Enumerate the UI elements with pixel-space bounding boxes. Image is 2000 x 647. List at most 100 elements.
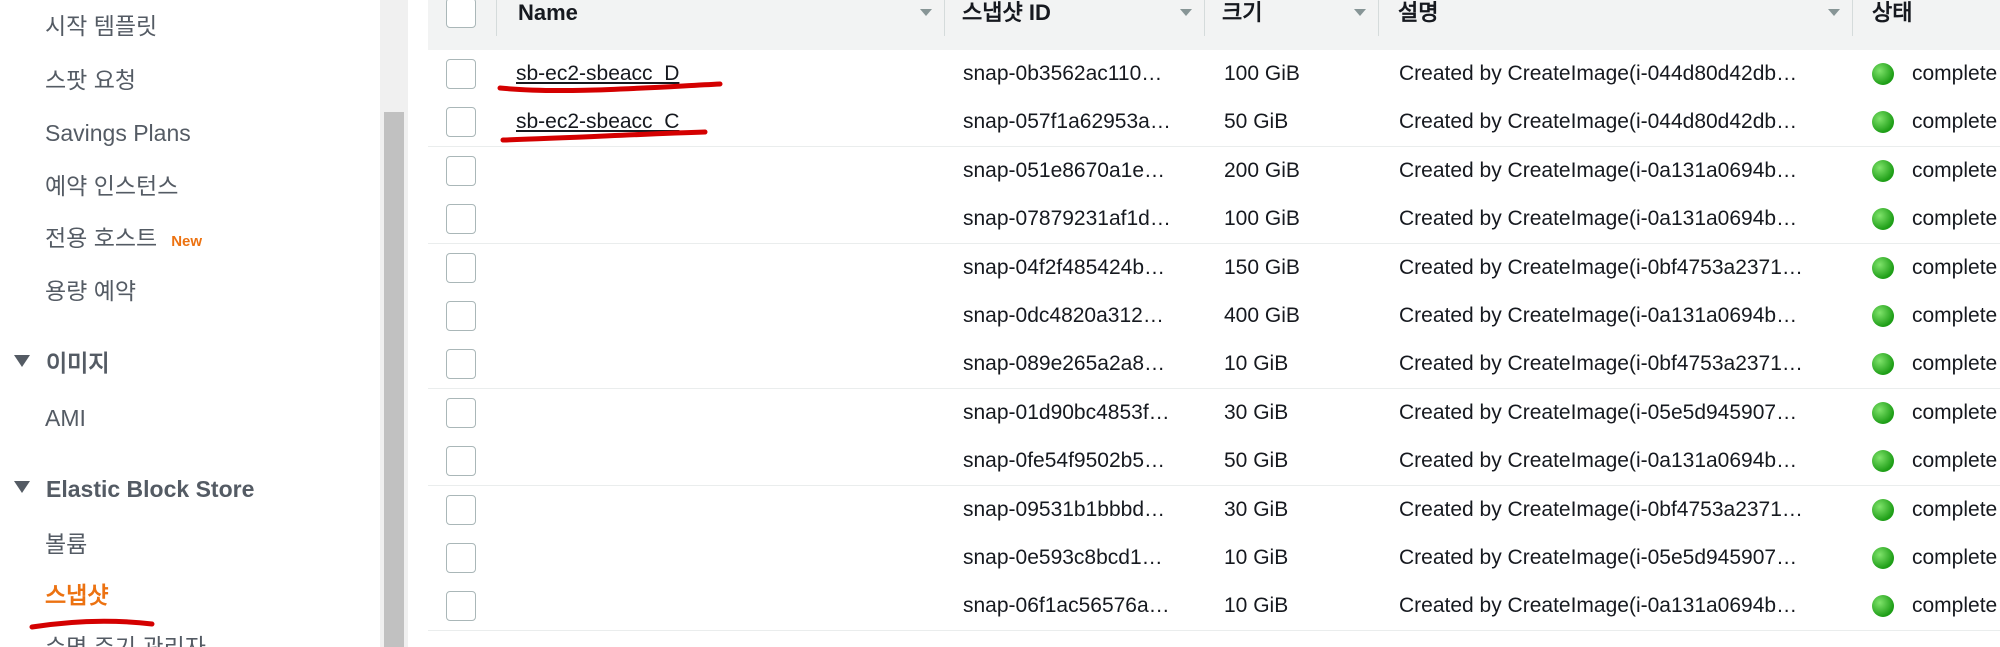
table-row[interactable]: snap-089e265a2a8… 10 GiB Created by Create… [428,340,2000,390]
snapshot-name[interactable] [516,147,936,195]
snapshot-id: snap-01d90bc4853f… [963,400,1170,424]
row-checkbox[interactable] [446,107,476,138]
snapshot-name[interactable] [516,486,936,534]
column-separator [496,0,497,36]
table-row[interactable]: snap-051e8670a1e… 200 GiB Created by Creat… [428,146,2000,196]
snapshot-size: 10 GiB [1224,594,1289,618]
section-ebs-toggle[interactable]: Elastic Block Store [14,475,254,503]
section-images-toggle[interactable]: 이미지 [14,349,109,377]
row-checkbox[interactable] [446,543,476,573]
caret-down-icon [14,355,30,367]
snapshot-status: complete [1912,255,1998,279]
status-complete-icon [1872,401,1894,424]
snapshot-status: complete [1912,594,1998,618]
row-checkbox[interactable] [446,252,476,283]
status-complete-icon [1872,498,1894,521]
sidebar-item-dedicated-hosts[interactable]: 전용 호스트 New [45,224,202,256]
column-header-name[interactable]: Name [518,0,578,28]
column-separator[interactable] [944,0,945,36]
snapshot-name[interactable] [516,582,936,630]
status-complete-icon [1872,111,1894,134]
snapshot-description: Created by CreateImage(i-0a131a0694b… [1399,594,1798,618]
table-row[interactable]: snap-04f2f485424b… 150 GiB Created by Crea… [428,243,2000,293]
row-checkbox[interactable] [446,155,476,186]
snapshot-name[interactable] [516,389,936,437]
row-checkbox[interactable] [446,301,476,331]
row-checkbox[interactable] [446,204,476,235]
status-complete-icon [1872,305,1894,327]
snapshot-name[interactable] [516,195,936,243]
snapshot-size: 10 GiB [1224,546,1289,569]
row-checkbox[interactable] [446,59,476,89]
table-row[interactable]: sb-ec2-sbeacc_C snap-057f1a62953a… 50 GiB C… [428,98,2000,148]
snapshot-id: snap-0b3562ac110… [963,62,1163,85]
column-separator[interactable] [1852,0,1853,36]
status-complete-icon [1872,63,1894,85]
column-header-status[interactable]: 상태 [1872,0,1912,28]
sidebar-item-snapshots[interactable]: 스냅샷 [45,581,108,609]
row-checkbox[interactable] [446,591,476,622]
snapshot-description: Created by CreateImage(i-0a131a0694b… [1399,158,1798,182]
sidebar-item-launch-templates[interactable]: 시작 템플릿 [45,12,157,40]
snapshot-name[interactable] [516,340,936,388]
sort-caret-icon[interactable] [1180,9,1192,16]
snapshot-status: complete [1912,110,1998,134]
row-checkbox[interactable] [446,446,476,477]
snapshot-name[interactable]: sb-ec2-sbeacc_C [516,98,936,146]
snapshot-name[interactable] [516,292,936,340]
sort-caret-icon[interactable] [920,9,932,16]
table-row[interactable]: snap-01d90bc4853f… 30 GiB Created by Creat… [428,388,2000,438]
column-separator[interactable] [1378,0,1379,36]
row-checkbox[interactable] [446,349,476,380]
column-separator[interactable] [1204,0,1205,36]
snapshot-id: snap-06f1ac56576a… [963,594,1170,618]
table-row[interactable]: snap-0dc4820a312… 400 GiB Created by Creat… [428,292,2000,341]
snapshot-name[interactable] [516,437,936,485]
snapshot-id: snap-09531b1bbbd… [963,497,1166,521]
snapshot-size: 150 GiB [1224,255,1300,279]
sidebar-scrollbar-thumb[interactable] [384,112,404,647]
new-badge: New [171,233,203,250]
snapshot-name[interactable]: sb-ec2-sbeacc_D [516,50,936,98]
snapshot-status: complete [1912,497,1998,521]
snapshot-id: snap-089e265a2a8… [963,352,1166,376]
table-row[interactable]: snap-0e593c8bcd1… 10 GiB Created by Create… [428,534,2000,583]
row-checkbox[interactable] [446,397,476,428]
snapshot-description: Created by CreateImage(i-0bf4753a2371… [1399,352,1803,376]
snapshot-size: 50 GiB [1224,449,1289,473]
table-row[interactable]: sb-ec2-sbeacc_D snap-0b3562ac110… 100 GiB C… [428,50,2000,99]
snapshot-description: Created by CreateImage(i-044d80d42db… [1399,62,1798,85]
sidebar-item-reserved-instances[interactable]: 예약 인스턴스 [45,172,178,200]
row-checkbox[interactable] [446,494,476,525]
snapshot-size: 100 GiB [1224,207,1300,231]
column-header-size[interactable]: 크기 [1222,0,1262,28]
snapshot-name[interactable] [516,244,936,292]
snapshot-status: complete [1912,158,1998,182]
sidebar-item-lifecycle-manager[interactable]: 수명 주기 관리자 [45,633,206,647]
sidebar-item-savings-plans[interactable]: Savings Plans [45,119,191,147]
table-row[interactable]: snap-06f1ac56576a… 10 GiB Created by Creat… [428,582,2000,632]
table-row[interactable]: snap-0fe54f9502b5… 50 GiB Created by Creat… [428,437,2000,487]
column-header-description[interactable]: 설명 [1398,0,1438,28]
sidebar-item-spot-requests[interactable]: 스팟 요청 [45,66,136,94]
sidebar-item-capacity-reservations[interactable]: 용량 예약 [45,277,136,305]
table-header: Name 스냅샷 ID 크기 설명 상태 [428,0,2000,51]
table-row[interactable]: snap-07879231af1d… 100 GiB Created by Crea… [428,195,2000,245]
snapshot-description: Created by CreateImage(i-0a131a0694b… [1399,207,1798,231]
sort-caret-icon[interactable] [1828,9,1840,16]
table-row[interactable]: snap-09531b1bbbd… 30 GiB Created by Create… [428,485,2000,535]
status-complete-icon [1872,547,1894,569]
status-complete-icon [1872,256,1894,279]
sidebar-item-ami[interactable]: AMI [45,404,86,432]
status-complete-icon [1872,450,1894,473]
sidebar-nav: 시작 템플릿 스팟 요청 Savings Plans 예약 인스턴스 전용 호스… [0,0,378,647]
snapshot-name[interactable] [516,534,936,582]
column-header-snapshot-id[interactable]: 스냅샷 ID [962,0,1051,28]
sidebar-item-volumes[interactable]: 볼륨 [45,530,87,558]
snapshot-id: snap-051e8670a1e… [963,158,1166,182]
snapshot-id: snap-04f2f485424b… [963,255,1165,279]
snapshot-description: Created by CreateImage(i-0a131a0694b… [1399,304,1798,327]
select-all-checkbox[interactable] [446,0,476,28]
snapshot-description: Created by CreateImage(i-044d80d42db… [1399,110,1798,134]
sort-caret-icon[interactable] [1354,9,1366,16]
